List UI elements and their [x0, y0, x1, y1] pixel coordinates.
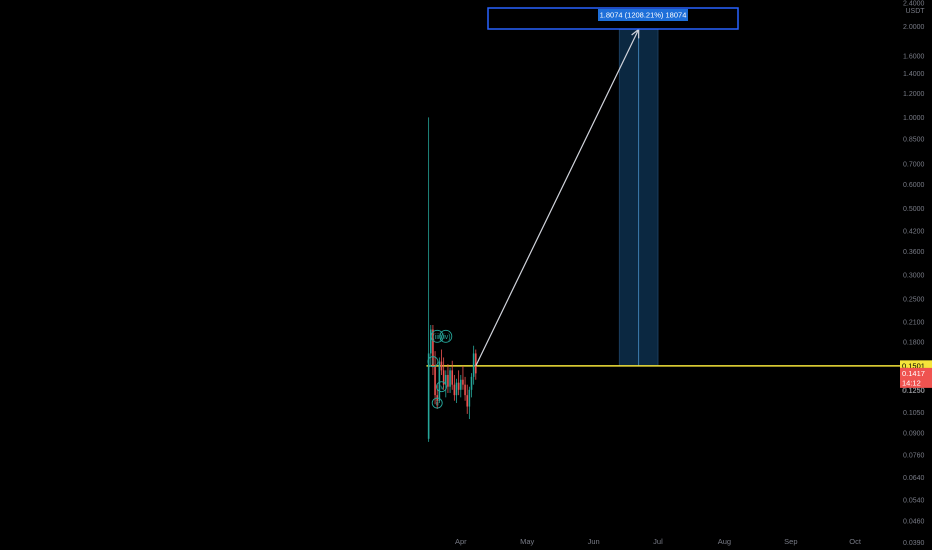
candle-body — [459, 379, 462, 390]
x-tick-label: Aug — [718, 537, 731, 546]
candle-body — [429, 329, 432, 354]
candle-body — [434, 365, 436, 396]
x-tick-label: Jul — [653, 537, 663, 546]
x-tick-label: Oct — [849, 537, 862, 546]
y-tick-label: 0.0760 — [903, 453, 925, 460]
wave-label-text: iv — [439, 384, 445, 391]
wave-label-text: ii — [436, 401, 440, 408]
price-chart[interactable]: (iii) (iv)iivii 1.8074 (1208.21%) 18074 A… — [0, 0, 932, 550]
measure-label-text: 1.8074 (1208.21%) 18074 — [600, 11, 687, 20]
y-tick-label: 0.0390 — [903, 540, 925, 547]
y-tick-label: 1.4000 — [903, 71, 925, 78]
currency-label: USDT — [905, 8, 925, 15]
y-tick-label: 0.2500 — [903, 297, 925, 304]
x-tick-label: Jun — [588, 537, 600, 546]
y-tick-label: 0.7000 — [903, 162, 925, 169]
y-tick-label: 0.0900 — [903, 430, 925, 437]
y-tick-label: 2.4000 — [903, 0, 925, 7]
candle-body — [447, 374, 449, 387]
chart-background — [0, 0, 932, 550]
y-tick-label: 0.5000 — [903, 206, 925, 213]
x-tick-label: Apr — [455, 537, 467, 546]
candle-body — [462, 379, 464, 385]
y-tick-label: 1.2000 — [903, 91, 925, 98]
candle-body — [472, 353, 475, 377]
candle-body — [466, 395, 469, 407]
wave-label-text: (iv) — [441, 334, 451, 341]
candle-body — [438, 361, 441, 401]
candle-body — [440, 361, 443, 371]
y-tick-label: 0.0640 — [903, 475, 925, 482]
candle-body — [457, 382, 460, 390]
candle-body — [470, 376, 473, 390]
y-tick-label: 0.3000 — [903, 273, 925, 280]
y-tick-label: 0.0540 — [903, 497, 925, 504]
y-tick-label: 0.4200 — [903, 229, 925, 236]
y-tick-label: 0.1800 — [903, 340, 925, 347]
candle-body — [464, 384, 466, 396]
y-tick-label: 0.2100 — [903, 319, 925, 326]
candle-body — [449, 370, 451, 387]
candle-body — [427, 353, 430, 439]
y-tick-label: 0.3600 — [903, 249, 925, 256]
candle-body — [451, 370, 454, 385]
candle-body — [453, 384, 456, 396]
candle-body — [455, 382, 458, 396]
x-tick-label: May — [520, 537, 534, 546]
x-tick-label: Sep — [784, 537, 797, 546]
y-tick-label: 0.1050 — [903, 410, 925, 417]
partially-hidden-price-tick: 0.1250 — [902, 386, 925, 395]
y-tick-label: 1.6000 — [903, 53, 925, 60]
y-tick-label: 0.8500 — [903, 136, 925, 143]
y-tick-label: 1.0000 — [903, 115, 925, 122]
projection-layer — [618, 29, 659, 366]
current-price-text: 0.1417 — [902, 369, 925, 378]
y-tick-label: 0.6000 — [903, 182, 925, 189]
y-tick-label: 2.0000 — [903, 24, 925, 31]
candle-body — [468, 389, 471, 407]
y-tick-label: 0.0460 — [903, 518, 925, 525]
